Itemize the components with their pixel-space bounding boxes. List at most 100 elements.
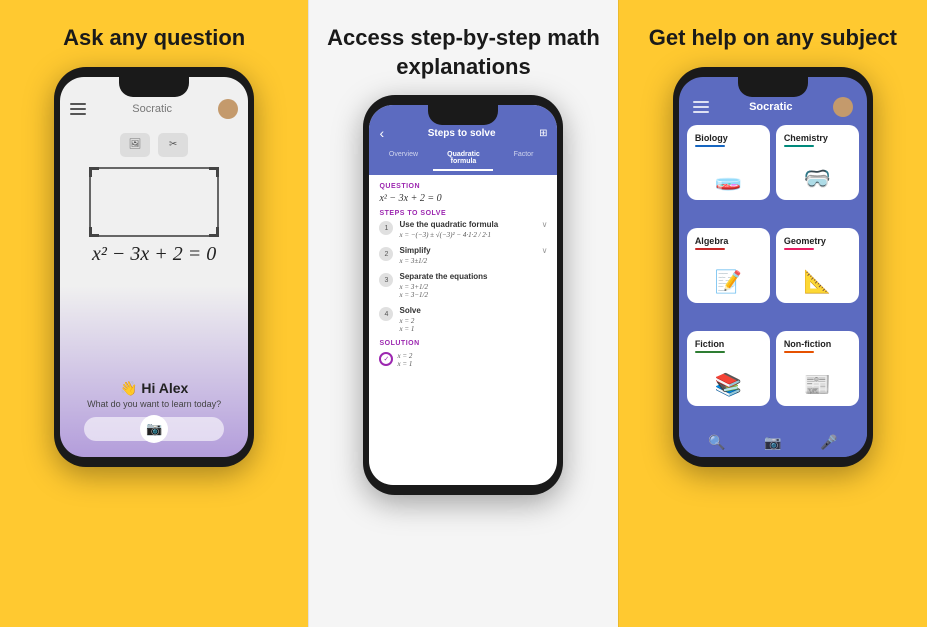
app-name-3: Socratic <box>709 101 833 113</box>
subject-card-algebra[interactable]: Algebra 📝 <box>687 228 770 303</box>
subject-emoji-algebra: 📝 <box>695 269 762 295</box>
tab-overview[interactable]: Overview <box>373 147 433 171</box>
greeting-text: 👋 Hi Alex <box>120 380 188 397</box>
step-title-2: Simplify <box>399 246 535 255</box>
solution-label: SOLUTION <box>379 340 547 347</box>
search-bar[interactable]: 📷 <box>84 417 224 441</box>
bookmark-icon[interactable]: ⊞ <box>539 128 547 139</box>
subject-card-chemistry[interactable]: Chemistry 🥽 <box>776 125 859 200</box>
phone-frame-3: Socratic Biology 🧫 Chemistry 🥽 <box>673 67 873 467</box>
mic-nav-icon[interactable]: 🎤 <box>820 434 837 451</box>
step-title-4: Solve <box>399 306 547 315</box>
question-label: QUESTION <box>379 183 547 190</box>
phone-screen-3: Socratic Biology 🧫 Chemistry 🥽 <box>679 77 867 457</box>
camera-nav-icon[interactable]: 📷 <box>764 434 781 451</box>
solution-values: x = 2 x = 1 <box>397 352 412 368</box>
h-line <box>693 106 709 108</box>
phone-screen-1: Socratic 🖼 ✂ x² − 3x + 2 = 0 👋 Hi Alex W… <box>60 77 248 457</box>
step-formula-2: x = 3±1/2 <box>399 257 535 265</box>
search-nav-icon[interactable]: 🔍 <box>708 434 725 451</box>
steps-label: STEPS TO SOLVE <box>379 210 547 217</box>
subject-emoji-chemistry: 🥽 <box>784 166 851 192</box>
corner-tr <box>209 167 219 177</box>
hamburger-line <box>70 113 86 115</box>
steps-screen: ‹ Steps to solve ⊞ Overview Quadratic fo… <box>369 105 557 485</box>
subjects-screen: Socratic Biology 🧫 Chemistry 🥽 <box>679 77 867 457</box>
hamburger-icon-3[interactable] <box>693 101 709 113</box>
panel-math-steps: Access step-by-step math explanations ‹ … <box>308 0 617 627</box>
app-name-1: Socratic <box>132 103 172 115</box>
subject-name-nonfiction: Non-fiction <box>784 339 851 349</box>
subject-card-fiction[interactable]: Fiction 📚 <box>687 331 770 406</box>
corner-br <box>209 227 219 237</box>
subject-line-biology <box>695 145 725 147</box>
subject-emoji-geometry: 📐 <box>784 269 851 295</box>
panel2-title: Access step-by-step math explanations <box>325 24 601 81</box>
step-content-1: Use the quadratic formula x = −(−3) ± √(… <box>399 220 535 239</box>
step-num-2: 2 <box>379 247 393 261</box>
subject-card-biology[interactable]: Biology 🧫 <box>687 125 770 200</box>
step-num-3: 3 <box>379 273 393 287</box>
phone-notch-2 <box>428 105 498 125</box>
step-formula-3: x = 3+1/2 x = 3−1/2 <box>399 283 547 299</box>
scan-area <box>89 167 219 237</box>
chevron-2: ∨ <box>542 246 548 255</box>
step-content-2: Simplify x = 3±1/2 <box>399 246 535 265</box>
subject-emoji-fiction: 📚 <box>695 372 762 398</box>
phone-notch-1 <box>119 77 189 97</box>
subject-emoji-biology: 🧫 <box>695 166 762 192</box>
step-content-4: Solve x = 2 x = 1 <box>399 306 547 333</box>
screen1-bottom: 👋 Hi Alex What do you want to learn toda… <box>84 380 224 457</box>
corner-tl <box>89 167 99 177</box>
sub-text: What do you want to learn today? <box>87 399 221 409</box>
subject-line-nonfiction <box>784 351 814 353</box>
phone-screen-2: ‹ Steps to solve ⊞ Overview Quadratic fo… <box>369 105 557 485</box>
check-circle-icon: ✓ <box>379 352 393 366</box>
subject-line-fiction <box>695 351 725 353</box>
step-num-4: 4 <box>379 307 393 321</box>
phone-notch-3 <box>738 77 808 97</box>
hamburger-line <box>70 103 86 105</box>
hamburger-icon <box>70 103 86 115</box>
subject-line-algebra <box>695 248 725 250</box>
step-row-2: 2 Simplify x = 3±1/2 ∨ <box>379 246 547 265</box>
subject-line-geometry <box>784 248 814 250</box>
subject-name-chemistry: Chemistry <box>784 133 851 143</box>
corner-bl <box>89 227 99 237</box>
phone-frame-2: ‹ Steps to solve ⊞ Overview Quadratic fo… <box>363 95 563 495</box>
camera-button[interactable]: 📷 <box>140 415 168 443</box>
equation-display: x² − 3x + 2 = 0 <box>92 243 216 266</box>
step-row-3: 3 Separate the equations x = 3+1/2 x = 3… <box>379 272 547 299</box>
h-line <box>693 101 709 103</box>
panel3-title: Get help on any subject <box>649 24 897 53</box>
gallery-icon[interactable]: 🖼 <box>120 133 150 157</box>
panel-subjects: Get help on any subject Socratic Biology <box>618 0 927 627</box>
step-row-4: 4 Solve x = 2 x = 1 <box>379 306 547 333</box>
solution-box: ✓ x = 2 x = 1 <box>379 350 547 368</box>
back-arrow-icon[interactable]: ‹ <box>379 125 384 141</box>
avatar-1 <box>218 99 238 119</box>
subject-line-chemistry <box>784 145 814 147</box>
step-title-3: Separate the equations <box>399 272 547 281</box>
panel-ask-question: Ask any question Socratic 🖼 ✂ <box>0 0 308 627</box>
subject-name-fiction: Fiction <box>695 339 762 349</box>
camera-icon-row: 🖼 ✂ <box>120 133 188 157</box>
step-row-1: 1 Use the quadratic formula x = −(−3) ± … <box>379 220 547 239</box>
crop-icon[interactable]: ✂ <box>158 133 188 157</box>
subject-name-algebra: Algebra <box>695 236 762 246</box>
tab-factor[interactable]: Factor <box>493 147 553 171</box>
step-content-3: Separate the equations x = 3+1/2 x = 3−1… <box>399 272 547 299</box>
step-title-1: Use the quadratic formula <box>399 220 535 229</box>
subject-name-geometry: Geometry <box>784 236 851 246</box>
h-line <box>693 111 709 113</box>
panel1-title: Ask any question <box>63 24 245 53</box>
tab-quadratic[interactable]: Quadratic formula <box>433 147 493 171</box>
phone-frame-1: Socratic 🖼 ✂ x² − 3x + 2 = 0 👋 Hi Alex W… <box>54 67 254 467</box>
subject-emoji-nonfiction: 📰 <box>784 372 851 398</box>
subject-card-nonfiction[interactable]: Non-fiction 📰 <box>776 331 859 406</box>
subjects-grid: Biology 🧫 Chemistry 🥽 Algebra 📝 <box>679 125 867 428</box>
s2-tabs: Overview Quadratic formula Factor <box>369 147 557 175</box>
hamburger-line <box>70 108 86 110</box>
step-num-1: 1 <box>379 221 393 235</box>
subject-card-geometry[interactable]: Geometry 📐 <box>776 228 859 303</box>
